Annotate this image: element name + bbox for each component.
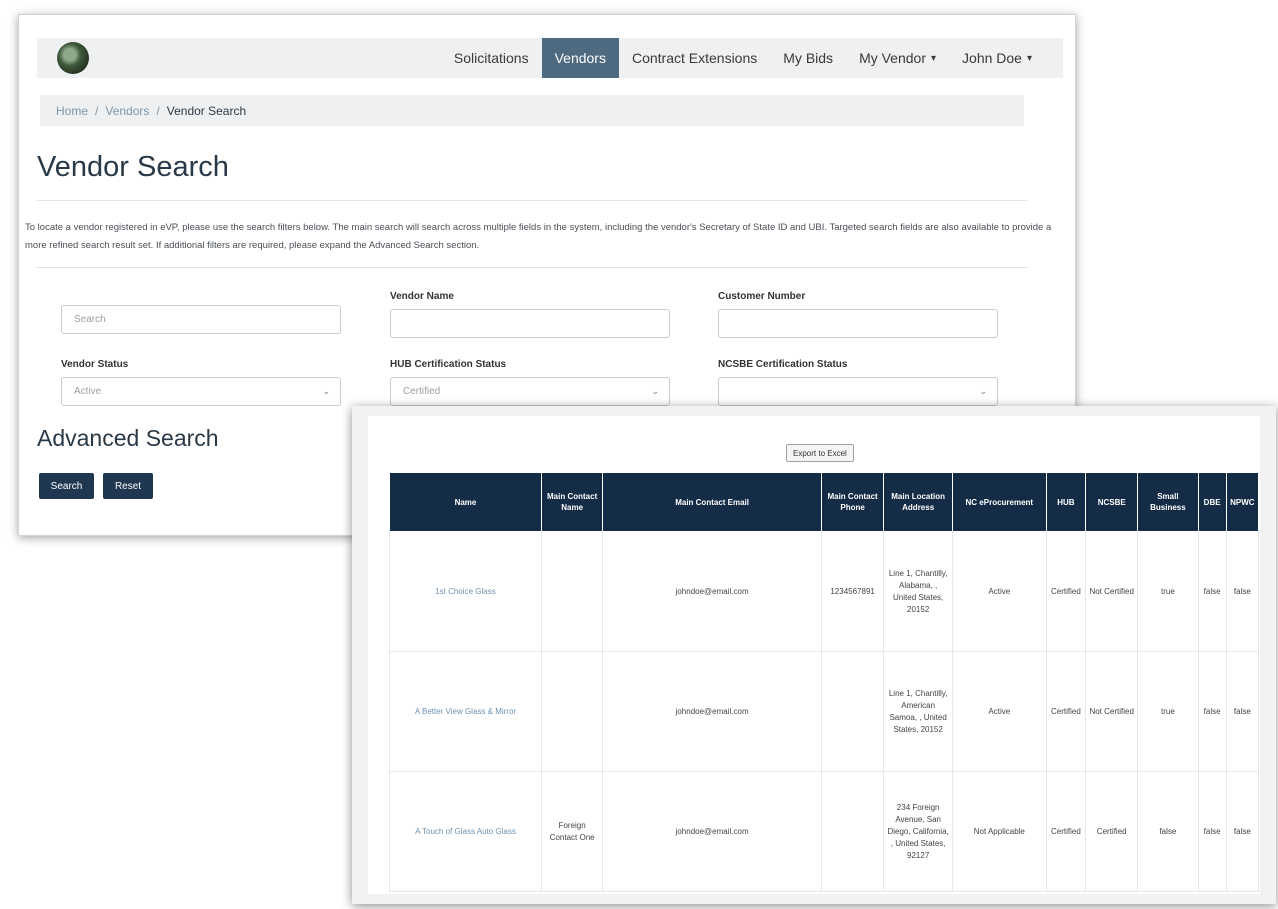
cell-address: Line 1, Chantilly, American Samoa, , Uni… xyxy=(883,651,953,772)
cell-phone xyxy=(820,651,885,772)
header-main-location-address[interactable]: Main Location Address xyxy=(883,472,953,532)
search-button[interactable]: Search xyxy=(39,473,94,499)
customer-number-input[interactable] xyxy=(718,309,998,338)
cell-phone: 1234567891 xyxy=(820,531,885,652)
hub-certification-label: HUB Certification Status xyxy=(390,359,507,370)
cell-npwc: false xyxy=(1225,771,1260,892)
search-results-window: Export to Excel Name Main Contact Name M… xyxy=(352,406,1276,904)
cell-hub: Certified xyxy=(1045,651,1087,772)
breadcrumb-current: Vendor Search xyxy=(166,103,247,118)
header-small-business[interactable]: Small Business xyxy=(1137,472,1199,532)
header-npwc[interactable]: NPWC xyxy=(1225,472,1260,532)
cell-small-business: true xyxy=(1137,651,1199,772)
chevron-down-icon: ⌄ xyxy=(322,386,330,396)
ncsbe-certification-label: NCSBE Certification Status xyxy=(718,359,848,370)
vendor-link[interactable]: A Better View Glass & Mirror xyxy=(415,707,516,716)
cell-ncsbe: Certified xyxy=(1085,771,1139,892)
reset-button[interactable]: Reset xyxy=(103,473,153,499)
customer-number-label: Customer Number xyxy=(718,291,806,302)
site-logo[interactable] xyxy=(57,42,89,74)
search-input[interactable]: Search xyxy=(61,305,341,334)
header-dbe[interactable]: DBE xyxy=(1197,472,1227,532)
cell-small-business: true xyxy=(1137,531,1199,652)
results-panel: Export to Excel Name Main Contact Name M… xyxy=(368,416,1260,894)
cell-eprocurement: Active xyxy=(951,531,1047,652)
header-main-contact-name[interactable]: Main Contact Name xyxy=(540,472,604,532)
cell-small-business: false xyxy=(1137,771,1199,892)
cell-contact-name xyxy=(540,531,604,652)
table-row: A Better View Glass & Mirror johndoe@ema… xyxy=(389,651,1260,772)
vendor-link[interactable]: A Touch of Glass Auto Glass xyxy=(415,827,516,836)
cell-npwc: false xyxy=(1225,651,1260,772)
ncsbe-certification-select[interactable]: ⌄ xyxy=(718,377,998,406)
hub-certification-select[interactable]: Certified ⌄ xyxy=(390,377,670,406)
nav-user-menu[interactable]: John Doe ▾ xyxy=(949,38,1045,78)
vendor-status-value: Active xyxy=(74,386,102,397)
vendor-status-label: Vendor Status xyxy=(61,359,129,370)
vendor-results-table: Name Main Contact Name Main Contact Emai… xyxy=(389,472,1260,892)
cell-name: 1st Choice Glass xyxy=(389,531,542,652)
cell-dbe: false xyxy=(1197,771,1227,892)
breadcrumb-home[interactable]: Home xyxy=(56,104,88,118)
cell-eprocurement: Active xyxy=(951,651,1047,772)
header-ncsbe[interactable]: NCSBE xyxy=(1085,472,1139,532)
breadcrumb-vendors[interactable]: Vendors xyxy=(105,104,149,118)
intro-text: To locate a vendor registered in eVP, pl… xyxy=(25,222,1052,251)
chevron-down-icon: ⌄ xyxy=(979,386,987,396)
vendor-status-select[interactable]: Active ⌄ xyxy=(61,377,341,406)
cell-contact-name: Foreign Contact One xyxy=(540,771,604,892)
nav-my-vendor[interactable]: My Vendor ▾ xyxy=(846,38,949,78)
chevron-down-icon: ⌄ xyxy=(651,386,659,396)
divider xyxy=(37,200,1027,201)
divider xyxy=(37,267,1027,268)
breadcrumb-separator: / xyxy=(156,103,160,118)
cell-contact-name xyxy=(540,651,604,772)
nav-contract-extensions[interactable]: Contract Extensions xyxy=(619,38,770,78)
header-name[interactable]: Name xyxy=(389,472,542,532)
breadcrumb: Home / Vendors / Vendor Search xyxy=(40,95,1024,126)
cell-name: A Better View Glass & Mirror xyxy=(389,651,542,772)
table-row: A Touch of Glass Auto Glass Foreign Cont… xyxy=(389,771,1260,892)
header-main-contact-phone[interactable]: Main Contact Phone xyxy=(820,472,885,532)
hub-certification-value: Certified xyxy=(403,386,441,397)
cell-email: johndoe@email.com xyxy=(602,531,822,652)
header-main-contact-email[interactable]: Main Contact Email xyxy=(602,472,822,532)
cell-dbe: false xyxy=(1197,651,1227,772)
table-row: 1st Choice Glass johndoe@email.com 12345… xyxy=(389,531,1260,652)
advanced-search-toggle[interactable]: Advanced Search xyxy=(37,425,219,452)
nav-solicitations[interactable]: Solicitations xyxy=(441,38,542,78)
cell-ncsbe: Not Certified xyxy=(1085,651,1139,772)
export-to-excel-button[interactable]: Export to Excel xyxy=(786,444,854,462)
nav-vendors[interactable]: Vendors xyxy=(541,38,619,78)
header-hub[interactable]: HUB xyxy=(1045,472,1087,532)
caret-down-icon: ▾ xyxy=(931,52,937,64)
cell-email: johndoe@email.com xyxy=(602,771,822,892)
top-navbar: Solicitations Vendors Contract Extension… xyxy=(37,38,1063,78)
nav-menu: Solicitations Vendors Contract Extension… xyxy=(441,38,1045,78)
cell-dbe: false xyxy=(1197,531,1227,652)
cell-address: 234 Foreign Avenue, San Diego, Californi… xyxy=(883,771,953,892)
breadcrumb-separator: / xyxy=(95,103,99,118)
cell-name: A Touch of Glass Auto Glass xyxy=(389,771,542,892)
cell-eprocurement: Not Applicable xyxy=(951,771,1047,892)
nav-my-bids[interactable]: My Bids xyxy=(770,38,846,78)
header-nc-eprocurement[interactable]: NC eProcurement xyxy=(951,472,1047,532)
caret-down-icon: ▾ xyxy=(1026,52,1032,64)
page-title: Vendor Search xyxy=(37,151,229,183)
vendor-name-label: Vendor Name xyxy=(390,291,454,302)
cell-phone xyxy=(820,771,885,892)
cell-email: johndoe@email.com xyxy=(602,651,822,772)
cell-hub: Certified xyxy=(1045,771,1087,892)
cell-address: Line 1, Chantilly, Alabama, , United Sta… xyxy=(883,531,953,652)
cell-npwc: false xyxy=(1225,531,1260,652)
cell-ncsbe: Not Certified xyxy=(1085,531,1139,652)
cell-hub: Certified xyxy=(1045,531,1087,652)
table-header-row: Name Main Contact Name Main Contact Emai… xyxy=(389,472,1260,532)
vendor-name-input[interactable] xyxy=(390,309,670,338)
vendor-link[interactable]: 1st Choice Glass xyxy=(435,587,495,596)
